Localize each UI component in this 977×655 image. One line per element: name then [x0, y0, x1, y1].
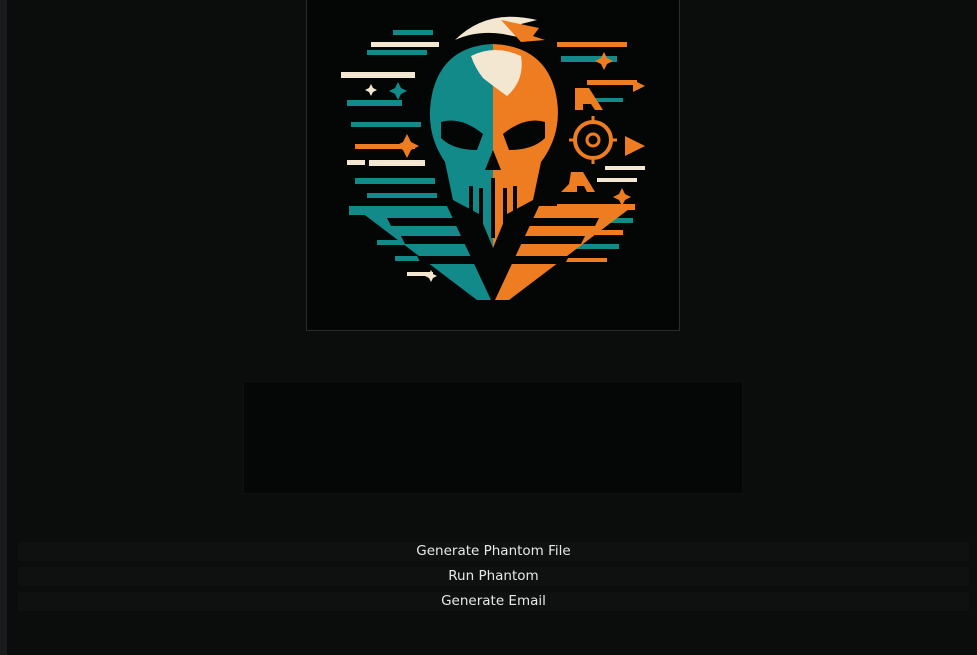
window-left-edge	[0, 0, 7, 655]
generate-email-button[interactable]: Generate Email	[18, 592, 969, 611]
logo-image	[306, 0, 680, 331]
run-phantom-button[interactable]: Run Phantom	[18, 567, 969, 586]
app-window: Generate Phantom File Run Phantom Genera…	[0, 0, 977, 655]
skull-emblem-icon	[341, 16, 645, 300]
generate-phantom-file-button[interactable]: Generate Phantom File	[18, 542, 969, 561]
output-display	[243, 381, 743, 494]
